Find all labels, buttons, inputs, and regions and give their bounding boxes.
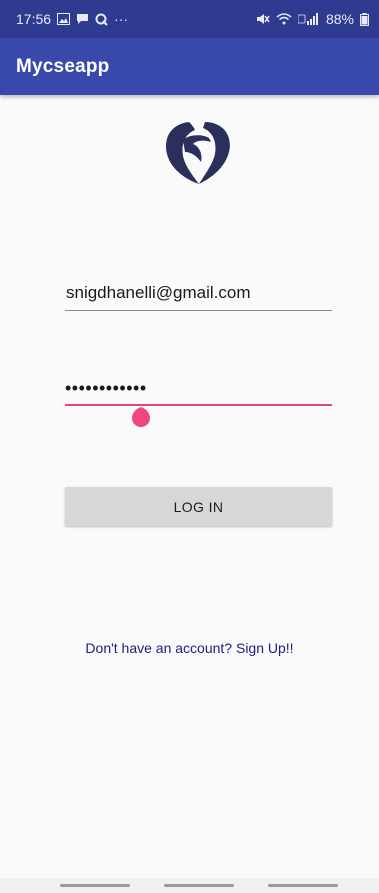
app-logo [159,116,237,186]
status-left: 17:56 ··· [16,11,128,27]
nav-back-handle[interactable] [268,884,338,887]
status-time: 17:56 [16,11,52,27]
q-icon [95,13,108,26]
mute-icon [256,13,270,25]
app-bar: Mycseapp [0,38,379,95]
status-right: 88% [256,11,369,27]
password-value: •••••••••••• [65,377,147,398]
status-bar: 17:56 ··· 88% [0,0,379,38]
password-field[interactable]: •••••••••••• [65,372,332,406]
battery-percent: 88% [325,11,354,27]
login-button[interactable]: LOG IN [65,487,332,526]
app-title: Mycseapp [16,55,110,77]
battery-icon [360,12,369,26]
wifi-icon [276,13,292,25]
signup-link[interactable]: Don't have an account? Sign Up!! [0,640,379,656]
nav-home-handle[interactable] [164,884,234,887]
email-value: snigdhanelli@gmail.com [66,282,251,302]
text-cursor-handle[interactable] [131,403,151,427]
chat-icon [76,13,89,25]
image-icon [57,13,71,25]
signal-icon [297,13,320,25]
navigation-bar [0,878,379,893]
more-icon: ··· [114,11,129,27]
email-field[interactable]: snigdhanelli@gmail.com [65,275,332,311]
nav-recents-handle[interactable] [60,884,130,887]
